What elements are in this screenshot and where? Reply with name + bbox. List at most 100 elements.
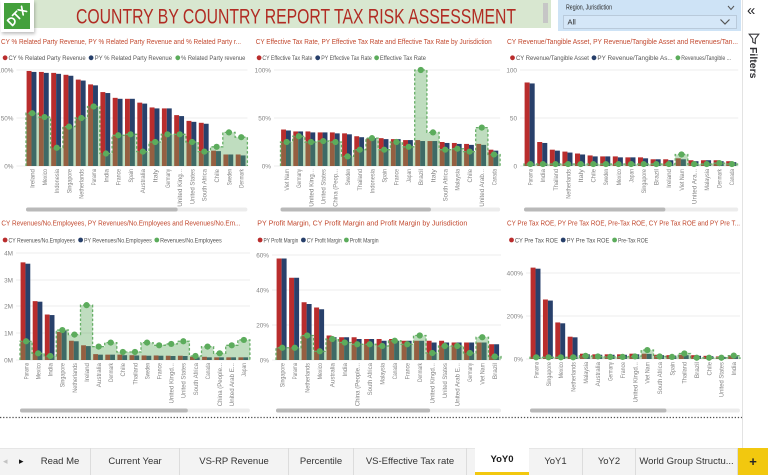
svg-text:Spain: Spain (669, 362, 676, 376)
svg-text:PY Effective Tax Rate: PY Effective Tax Rate (321, 55, 372, 62)
svg-text:Malaysia: Malaysia (704, 169, 711, 191)
svg-text:CY Revenue/Tangible Asset, PY: CY Revenue/Tangible Asset, PY Revenue/Ta… (507, 39, 738, 46)
svg-text:Denmark: Denmark (717, 168, 724, 188)
svg-text:Singapore: Singapore (546, 362, 553, 387)
svg-text:0%: 0% (514, 356, 524, 363)
svg-text:% Related Party revenue: % Related Party revenue (181, 55, 246, 62)
svg-text:0M: 0M (4, 357, 13, 364)
svg-text:CY % Related Party Revenue, PY: CY % Related Party Revenue, PY % Related… (1, 39, 241, 46)
svg-text:China (People...: China (People... (217, 363, 224, 406)
svg-text:CY Revenue/Tangible Asset: CY Revenue/Tangible Asset (516, 55, 589, 62)
svg-text:Germany: Germany (296, 168, 303, 188)
svg-text:United King...: United King... (308, 169, 315, 207)
svg-text:Chile: Chile (467, 168, 474, 182)
svg-text:South Africa: South Africa (202, 168, 209, 201)
svg-text:India: India (731, 361, 738, 375)
svg-text:South Africa: South Africa (443, 168, 450, 201)
svg-text:United States: United States (719, 362, 726, 397)
svg-text:Ireland: Ireland (666, 168, 673, 187)
svg-text:Canada: Canada (729, 169, 736, 186)
svg-text:Brazil: Brazil (654, 169, 661, 185)
svg-text:Thailand: Thailand (553, 169, 560, 191)
svg-text:United States: United States (442, 363, 449, 398)
svg-text:United Arab E...: United Arab E... (229, 363, 236, 406)
svg-text:United Arab...: United Arab... (479, 169, 486, 207)
svg-text:Australia: Australia (330, 362, 337, 387)
svg-text:Panama: Panama (533, 362, 540, 379)
svg-text:100%: 100% (255, 67, 272, 74)
svg-text:Chile: Chile (214, 168, 221, 182)
svg-text:Spain: Spain (382, 169, 389, 183)
svg-text:Denmark: Denmark (108, 362, 115, 382)
svg-text:India: India (48, 362, 55, 376)
svg-text:Profit Margin: Profit Margin (350, 237, 379, 244)
svg-text:Brazil: Brazil (694, 362, 701, 378)
svg-text:50: 50 (510, 115, 518, 122)
svg-text:United Kingd...: United Kingd... (169, 363, 176, 404)
svg-text:PY Revenue/Tangible As...: PY Revenue/Tangible As... (597, 55, 673, 62)
svg-text:India: India (540, 168, 547, 182)
svg-text:Sweden: Sweden (144, 363, 151, 380)
svg-text:0%: 0% (260, 357, 270, 364)
svg-text:Germany: Germany (467, 362, 474, 382)
svg-text:Denmark: Denmark (417, 362, 424, 382)
svg-text:CY Effective Tax Rate: CY Effective Tax Rate (262, 55, 312, 62)
svg-text:Panama: Panama (91, 169, 98, 186)
svg-text:Brazil: Brazil (418, 169, 425, 185)
svg-text:Japan: Japan (406, 169, 413, 183)
svg-text:100%: 100% (0, 67, 14, 74)
svg-text:CY Pre Tax ROE, PY Pre Tax ROE: CY Pre Tax ROE, PY Pre Tax ROE, Pre-Tax … (507, 221, 740, 228)
svg-text:Thailand: Thailand (357, 169, 364, 191)
svg-text:100: 100 (506, 67, 517, 74)
svg-text:Mexico: Mexico (317, 363, 324, 380)
svg-text:Italy: Italy (578, 168, 585, 183)
svg-text:China (People...: China (People... (355, 363, 362, 406)
svg-text:Singapore: Singapore (60, 363, 67, 388)
svg-text:Malaysia: Malaysia (583, 362, 590, 384)
svg-text:0%: 0% (262, 163, 272, 170)
svg-text:Brazil: Brazil (492, 363, 499, 379)
svg-text:Chile: Chile (591, 168, 598, 182)
svg-text:Indonesia: Indonesia (54, 169, 61, 194)
svg-text:Netherlands: Netherlands (305, 363, 312, 393)
svg-text:United Kingd...: United Kingd... (632, 362, 639, 403)
svg-text:2M: 2M (4, 303, 13, 310)
svg-text:United Arab E...: United Arab E... (455, 363, 462, 406)
svg-text:CY Revenues/No.Employees, PY R: CY Revenues/No.Employees, PY Revenues/No… (1, 221, 240, 228)
svg-text:Australia: Australia (96, 362, 103, 387)
svg-text:Mexico: Mexico (558, 362, 565, 379)
svg-text:Spain: Spain (128, 169, 135, 183)
svg-text:Revenues/Tangible ...: Revenues/Tangible ... (681, 55, 731, 62)
svg-text:Germany: Germany (608, 361, 615, 381)
svg-text:Italy: Italy (430, 168, 437, 183)
svg-text:Netherlands: Netherlands (571, 362, 578, 392)
svg-text:50%: 50% (1, 115, 14, 122)
svg-text:Canada: Canada (205, 363, 212, 380)
svg-text:Japan: Japan (628, 169, 635, 183)
svg-text:Chile: Chile (120, 362, 127, 376)
svg-text:India: India (103, 168, 110, 182)
svg-text:All: All (568, 18, 577, 27)
svg-text:France: France (620, 362, 627, 379)
svg-text:France: France (405, 363, 412, 380)
svg-text:CY Profit Margin: CY Profit Margin (307, 237, 342, 244)
svg-text:PY Pre Tax ROE: PY Pre Tax ROE (567, 237, 610, 244)
svg-text:CY % Related Party Revenue: CY % Related Party Revenue (9, 55, 87, 62)
svg-text:200%: 200% (507, 313, 524, 320)
svg-text:United Kingd...: United Kingd... (430, 363, 437, 404)
svg-text:United States: United States (189, 169, 196, 204)
svg-text:50%: 50% (258, 115, 271, 122)
svg-text:Canada: Canada (392, 363, 399, 380)
svg-text:Mexico: Mexico (616, 169, 623, 186)
svg-text:CY Revenues/No.Employees: CY Revenues/No.Employees (9, 237, 76, 244)
svg-text:Singapore: Singapore (280, 363, 287, 388)
svg-text:India: India (342, 362, 349, 376)
svg-text:Indonesia: Indonesia (369, 169, 376, 194)
svg-text:Malaysia: Malaysia (380, 363, 387, 385)
svg-text:Sweden: Sweden (603, 169, 610, 186)
svg-text:United States: United States (181, 363, 188, 398)
svg-text:60%: 60% (256, 252, 269, 259)
svg-text:40%: 40% (256, 287, 269, 294)
svg-text:Ireland: Ireland (84, 362, 91, 381)
svg-text:Netherlands: Netherlands (79, 169, 86, 199)
